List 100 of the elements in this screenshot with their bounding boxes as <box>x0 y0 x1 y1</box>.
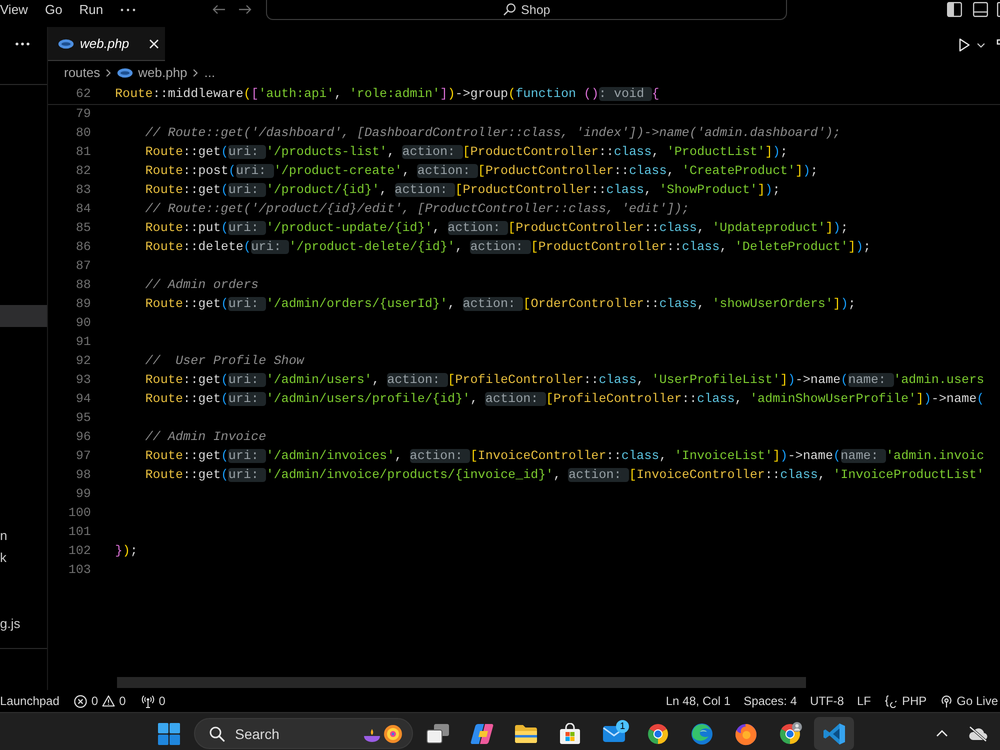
browser-icon[interactable] <box>690 722 714 746</box>
chevron-right-icon <box>193 68 198 76</box>
folder-icon[interactable] <box>514 724 538 744</box>
explorer-item[interactable]: k <box>0 547 6 569</box>
code-line: Route::get(uri: '/admin/invoices', action: [InvoiceController::class, 'InvoiceList'])->name(name: 'admin.invoic <box>144 448 984 465</box>
braces-icon <box>884 694 898 708</box>
line-number: 85 <box>74 220 91 237</box>
browser-icon[interactable] <box>646 722 670 746</box>
code-line: // Route::get('/dashboard', [DashboardController::class, 'index'])->name('admin.dashboard'); <box>144 125 841 142</box>
status-item[interactable]: Ln 48, Col 1 <box>666 693 731 709</box>
back-arrow-icon[interactable] <box>212 4 226 15</box>
warning-icon <box>102 695 116 707</box>
broadcast-icon <box>940 694 953 708</box>
line-number: 103 <box>67 562 91 579</box>
go-live-button[interactable]: Go Live <box>940 693 998 709</box>
more-icon[interactable] <box>120 8 136 12</box>
forward-arrow-icon[interactable] <box>238 4 252 15</box>
search-icon <box>209 726 225 742</box>
breadcrumb-item[interactable]: routes <box>64 65 100 80</box>
ports-button[interactable]: 0 <box>140 693 166 709</box>
line-number: 91 <box>74 334 91 351</box>
code-line: Route::get(uri: '/admin/users', action: [ProfileController::class, 'UserProfileList'])->name(name: 'admin.users <box>144 372 984 389</box>
search-field[interactable]: Search <box>194 718 413 749</box>
status-item[interactable]: UTF-8 <box>810 693 844 709</box>
code-line: // Admin Invoice <box>144 429 266 446</box>
code-line: Route::get(uri: '/admin/orders/{userId}', action: [OrderController::class, 'showUserOrders']); <box>144 296 856 313</box>
start-icon[interactable] <box>158 722 180 744</box>
line-number: 81 <box>74 144 91 161</box>
search-icon <box>503 3 516 16</box>
lamp-and-flower-icon <box>362 722 404 746</box>
browser-icon[interactable] <box>734 722 758 746</box>
line-number: 94 <box>74 391 91 408</box>
line-number: 62 <box>74 86 91 102</box>
code-line: Route::put(uri: '/product-update/{id}', action: [ProductController::class, 'Updateproduct']); <box>144 220 848 237</box>
line-number: 83 <box>74 182 91 199</box>
line-number: 79 <box>74 106 91 123</box>
layout-icon[interactable] <box>997 2 1000 17</box>
line-number: 90 <box>74 315 91 332</box>
sidebar-toggle-icon[interactable] <box>947 2 962 17</box>
status-item[interactable]: Spaces: 4 <box>744 693 797 709</box>
code-line: Route::get(uri: '/admin/invoice/products/{invoice_id}', action: [InvoiceController::class, 'InvoiceProductList' <box>144 467 984 484</box>
shopping-bag-icon[interactable] <box>559 722 581 744</box>
antenna-icon <box>140 694 155 708</box>
menu-item[interactable]: Go <box>44 0 62 19</box>
menu-item[interactable]: View <box>0 0 28 19</box>
line-number: 80 <box>74 125 91 142</box>
command-center[interactable]: Shop <box>266 0 788 20</box>
line-number: 89 <box>74 296 91 313</box>
line-number: 92 <box>74 353 91 370</box>
chevron-down-icon[interactable] <box>977 42 985 48</box>
explorer-item[interactable]: n <box>0 525 8 547</box>
status-item[interactable]: LF <box>856 693 871 709</box>
code-line: Route::delete(uri: '/product-delete/{id}', action: [ProductController::class, 'DeleteProduct']); <box>144 239 871 256</box>
line-number: 86 <box>74 239 91 256</box>
line-number: 101 <box>67 524 91 541</box>
code-line: }); <box>115 543 138 560</box>
line-number: 97 <box>74 448 91 465</box>
code-line: Route::post(uri: '/product-create', action: [ProductController::class, 'CreateProduct']); <box>144 163 818 180</box>
stacked-windows-icon[interactable] <box>426 722 450 744</box>
chevron-up-icon[interactable] <box>936 730 948 737</box>
status-item[interactable]: Launchpad <box>0 693 60 709</box>
chevron-right-icon <box>106 68 112 76</box>
cloud-off-icon[interactable] <box>968 726 988 742</box>
line-number: 98 <box>74 467 91 484</box>
ribbon-icon[interactable] <box>470 722 494 744</box>
line-number: 102 <box>67 543 91 560</box>
breadcrumb-item[interactable]: ... <box>204 65 216 80</box>
line-number: 82 <box>74 163 91 180</box>
line-number: 95 <box>74 410 91 427</box>
notification-badge: 1 <box>616 720 629 733</box>
file-icon <box>58 38 74 48</box>
browser-icon[interactable] <box>778 722 802 746</box>
code-line: Route::get(uri: '/product/{id}', action: [ProductController::class, 'ShowProduct']); <box>144 182 780 199</box>
line-number: 87 <box>74 258 91 275</box>
language-button[interactable]: PHP <box>884 693 927 709</box>
code-line: // Admin orders <box>144 277 259 294</box>
line-number: 99 <box>74 486 91 503</box>
file-icon <box>117 68 134 78</box>
code-editor-icon[interactable] <box>822 722 846 746</box>
breadcrumb-item[interactable]: web.php <box>138 65 188 80</box>
horizontal-scrollbar[interactable] <box>117 677 806 688</box>
code-line: Route::get(uri: '/products-list', action: [ProductController::class, 'ProductList']); <box>144 144 788 161</box>
panel-toggle-icon[interactable] <box>973 2 988 17</box>
line-number: 96 <box>74 429 91 446</box>
explorer-item[interactable]: g.js <box>0 613 20 635</box>
line-number: 93 <box>74 372 91 389</box>
problems-button[interactable]: 0 0 <box>74 693 126 709</box>
menu-item[interactable]: Run <box>79 0 104 19</box>
taskbar-button[interactable] <box>814 717 854 750</box>
run-icon[interactable] <box>959 38 970 52</box>
code-line: // Route::get('/product/{id}/edit', [ProductController::class, 'edit']); <box>144 201 690 218</box>
error-icon <box>74 694 88 708</box>
code-line: Route::middleware(['auth:api', 'role:admin'])->group(function (): void { <box>115 86 660 102</box>
close-icon[interactable] <box>149 38 160 48</box>
more-icon[interactable] <box>15 42 30 46</box>
editor-tab[interactable]: web.php <box>48 27 165 61</box>
code-line: // User Profile Show <box>144 353 304 370</box>
line-number: 88 <box>74 277 91 294</box>
code-line: Route::get(uri: '/admin/users/profile/{id}', action: [ProfileController::class, 'adminShowUserProfile'])->name( <box>144 391 984 408</box>
line-number: 84 <box>74 201 91 218</box>
